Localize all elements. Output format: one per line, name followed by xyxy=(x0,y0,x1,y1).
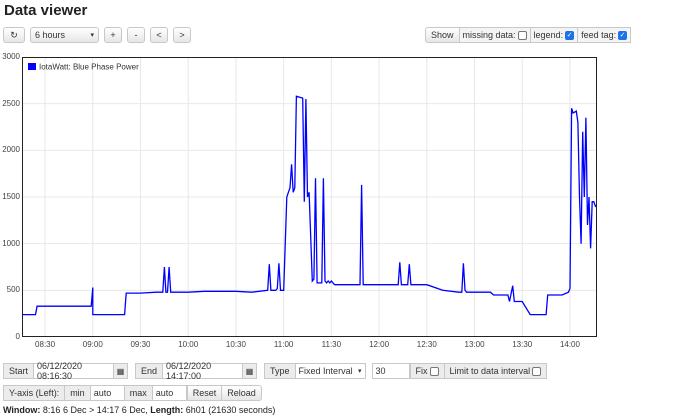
x-tick-label: 12:30 xyxy=(416,340,437,349)
x-tick-label: 10:30 xyxy=(225,340,246,349)
y-tick-label: 2000 xyxy=(2,145,20,155)
fix-label: Fix xyxy=(415,366,428,376)
y-tick-label: 0 xyxy=(15,332,20,341)
x-tick-label: 11:00 xyxy=(273,340,294,349)
fix-checkbox[interactable] xyxy=(429,366,439,376)
y-tick-label: 500 xyxy=(6,285,20,295)
chevron-down-icon: ▾ xyxy=(90,32,94,39)
length-label: Length: xyxy=(150,405,184,415)
x-tick-label: 10:00 xyxy=(178,340,199,349)
feed-tag-checkbox[interactable]: ✓ xyxy=(618,30,628,40)
y-axis-controls: Y-axis (Left): min auto max auto Reset R… xyxy=(3,385,262,401)
show-button[interactable]: Show xyxy=(425,27,460,43)
zoom-in-button[interactable]: + xyxy=(104,27,122,43)
x-tick-label: 11:30 xyxy=(321,340,342,349)
start-label: Start xyxy=(3,363,35,379)
legend-checkbox[interactable]: ✓ xyxy=(565,30,575,40)
timespan-value: 6 hours xyxy=(35,30,66,40)
type-label: Type xyxy=(264,363,296,379)
timespan-select[interactable]: 6 hours ▾ xyxy=(30,27,99,43)
window-value: 8:16 6 Dec > 14:17 6 Dec, xyxy=(42,405,148,415)
timespan-toolbar: ↻ 6 hours ▾ + - < > xyxy=(3,27,191,43)
missing-data-option: missing data: xyxy=(459,27,531,43)
y-axis-label: Y-axis (Left): xyxy=(3,385,66,401)
legend-label: legend: xyxy=(533,30,564,40)
refresh-icon: ↻ xyxy=(10,29,18,40)
x-tick-label: 09:00 xyxy=(82,340,103,349)
min-input[interactable]: auto xyxy=(90,385,125,401)
window-info: Window: 8:16 6 Dec > 14:17 6 Dec, Length… xyxy=(3,405,275,415)
zoom-out-button[interactable]: - xyxy=(127,27,145,43)
legend-label: IotaWatt: Blue Phase Power xyxy=(39,63,139,72)
fix-option: Fix xyxy=(409,363,445,379)
page-title: Data viewer xyxy=(4,2,88,19)
end-label: End xyxy=(135,363,164,379)
min-label: min xyxy=(65,385,91,401)
pan-right-button[interactable]: > xyxy=(173,27,191,43)
type-value: Fixed Interval xyxy=(298,366,353,376)
reload-button[interactable]: Reload xyxy=(222,385,262,401)
limit-option: Limit to data interval xyxy=(444,363,548,379)
y-tick-label: 1000 xyxy=(2,238,20,248)
max-input[interactable]: auto xyxy=(152,385,187,401)
x-tick-label: 14:00 xyxy=(559,340,580,349)
y-tick-label: 2500 xyxy=(2,98,20,108)
type-select[interactable]: Fixed Interval ▾ xyxy=(295,363,366,379)
x-tick-label: 08:30 xyxy=(35,340,56,349)
y-tick-label: 3000 xyxy=(2,52,20,61)
legend-option: legend: ✓ xyxy=(530,27,579,43)
end-input[interactable]: 06/12/2020 14:17:00 xyxy=(163,361,244,381)
date-range-controls: Start 06/12/2020 08:16:30 ▦ End 06/12/20… xyxy=(3,361,548,381)
calendar-icon[interactable]: ▦ xyxy=(243,363,258,379)
refresh-button[interactable]: ↻ xyxy=(3,27,25,43)
x-tick-label: 13:30 xyxy=(512,340,533,349)
missing-data-label: missing data: xyxy=(462,30,516,40)
display-options: Show missing data: legend: ✓ feed tag: ✓ xyxy=(425,27,632,43)
max-label: max xyxy=(124,385,153,401)
limit-label: Limit to data interval xyxy=(449,366,531,376)
x-tick-label: 13:00 xyxy=(464,340,485,349)
x-tick-label: 09:30 xyxy=(130,340,151,349)
feed-tag-option: feed tag: ✓ xyxy=(578,27,632,43)
start-input[interactable]: 06/12/2020 08:16:30 xyxy=(34,361,115,381)
pan-left-button[interactable]: < xyxy=(150,27,168,43)
limit-checkbox[interactable] xyxy=(532,366,542,376)
calendar-icon[interactable]: ▦ xyxy=(114,363,129,379)
length-value: 6h01 (21630 seconds) xyxy=(185,405,276,415)
y-tick-label: 1500 xyxy=(2,192,20,201)
chevron-down-icon: ▾ xyxy=(358,368,362,375)
power-chart[interactable]: IotaWatt: Blue Phase Power xyxy=(22,57,597,337)
missing-data-checkbox[interactable] xyxy=(517,30,527,40)
x-tick-label: 12:00 xyxy=(369,340,390,349)
interval-input[interactable]: 30 xyxy=(371,363,410,379)
legend-swatch xyxy=(28,63,36,70)
feed-tag-label: feed tag: xyxy=(581,30,617,40)
reset-button[interactable]: Reset xyxy=(186,385,223,401)
window-label: Window: xyxy=(3,405,41,415)
